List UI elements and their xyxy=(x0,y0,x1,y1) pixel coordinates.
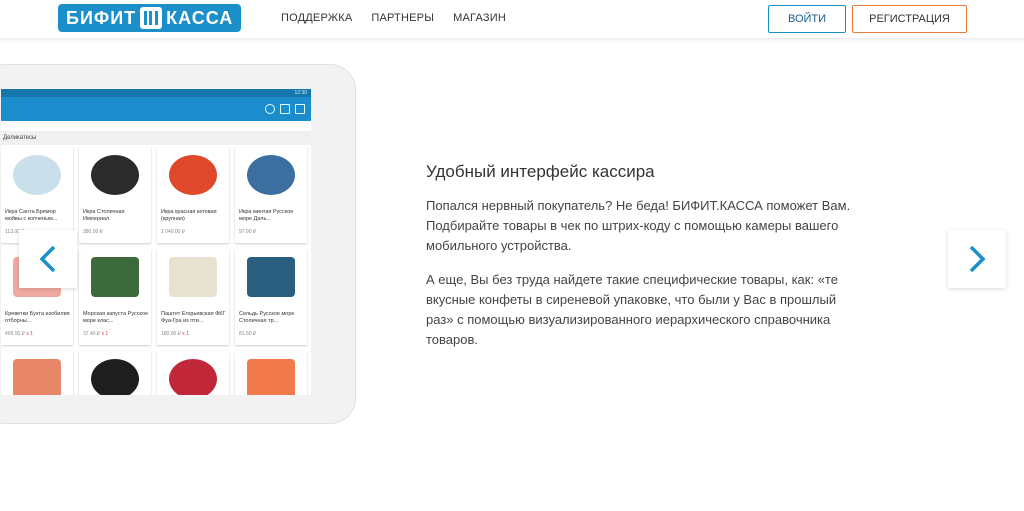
product-name: Паштет Егорьевская ФКГ Фуа-Гра из пти... xyxy=(161,311,226,324)
register-button[interactable]: РЕГИСТРАЦИЯ xyxy=(852,5,967,33)
price-value: 97.90 ₽ xyxy=(239,229,257,235)
product-card[interactable] xyxy=(235,351,307,395)
category-header: Деликатесы xyxy=(1,131,311,145)
main-nav: ПОДДЕРЖКА ПАРТНЕРЫ МАГАЗИН xyxy=(281,12,506,24)
nav-support[interactable]: ПОДДЕРЖКА xyxy=(281,12,352,24)
logo-text-left: БИФИТ xyxy=(66,7,137,28)
logo-text-right: КАССА xyxy=(166,7,234,28)
chevron-left-icon xyxy=(39,245,56,273)
product-image xyxy=(91,155,139,195)
qr-icon xyxy=(140,7,163,29)
product-card[interactable] xyxy=(157,351,229,395)
product-price: 37.40 ₽ x 1 xyxy=(83,331,108,337)
login-button[interactable]: ВОЙТИ xyxy=(768,5,846,33)
product-name: Икра Столичная Империал xyxy=(83,209,125,222)
product-image xyxy=(91,257,139,297)
product-name: Икра Санта Бремор мойвы с копченым... xyxy=(5,209,58,222)
product-card[interactable]: Паштет Егорьевская ФКГ Фуа-Гра из пти...… xyxy=(157,249,229,345)
trash-icon[interactable] xyxy=(295,104,305,114)
product-price: 180.00 ₽ x 1 xyxy=(161,331,189,337)
status-bar: 12:30 xyxy=(1,89,311,97)
price-value: 81.60 ₽ xyxy=(239,331,257,337)
feature-paragraph-2: А еще, Вы без труда найдете такие специф… xyxy=(426,272,838,347)
product-image xyxy=(169,359,217,395)
product-image xyxy=(169,257,217,297)
product-image xyxy=(247,155,295,195)
nav-shop[interactable]: МАГАЗИН xyxy=(453,12,506,24)
carousel-prev-button[interactable] xyxy=(19,230,77,288)
carousel-next-button[interactable] xyxy=(948,230,1006,288)
product-name: Креветки Бухта изобилия отборны... xyxy=(5,311,70,324)
qty-value: x 1 xyxy=(182,331,189,337)
product-name: Икра красная кетовая (крупная) xyxy=(161,209,217,222)
product-card[interactable] xyxy=(1,351,73,395)
nav-partners[interactable]: ПАРТНЕРЫ xyxy=(371,12,434,24)
product-card[interactable]: Морская капуста Русское море клас... 37.… xyxy=(79,249,151,345)
feature-paragraph-1: Попался нервный покупатель? Не беда! БИФ… xyxy=(426,198,851,253)
status-time: 12:30 xyxy=(294,90,307,96)
price-value: 180.00 ₽ xyxy=(161,331,181,337)
product-image xyxy=(247,257,295,297)
product-card[interactable]: Икра Санта Бремор мойвы с копченым... 11… xyxy=(1,147,73,243)
feature-title: Удобный интерфейс кассира xyxy=(426,162,655,181)
chevron-right-icon xyxy=(969,245,986,273)
product-price: 97.90 ₽ xyxy=(239,229,256,235)
qty-value: x 1 xyxy=(26,331,33,337)
price-value: 2 040.00 ₽ xyxy=(161,229,186,235)
barcode-scan-icon[interactable] xyxy=(280,104,290,114)
price-value: 37.40 ₽ xyxy=(83,331,101,337)
product-image xyxy=(13,155,61,195)
product-name: Икра минтая Русское море Даль... xyxy=(239,209,294,222)
product-price: 380.00 ₽ xyxy=(83,229,103,235)
app-bar xyxy=(1,97,311,121)
price-value: 380.00 ₽ xyxy=(83,229,103,235)
product-price: 81.60 ₽ xyxy=(239,331,256,337)
qty-value: x 1 xyxy=(101,331,109,337)
product-image xyxy=(13,359,61,395)
product-image xyxy=(247,359,295,395)
product-card[interactable]: Сельдь Русское море Столичная тр... 81.6… xyxy=(235,249,307,345)
product-price: 2 040.00 ₽ xyxy=(161,229,185,235)
product-name: Сельдь Русское море Столичная тр... xyxy=(239,311,295,324)
price-value: 499.00 ₽ xyxy=(5,331,25,337)
product-name: Морская капуста Русское море клас... xyxy=(83,311,149,324)
product-image xyxy=(91,359,139,395)
site-header: БИФИТ КАССА ПОДДЕРЖКА ПАРТНЕРЫ МАГАЗИН В… xyxy=(0,0,1024,38)
product-card[interactable]: Икра Столичная Империал 380.00 ₽ xyxy=(79,147,151,243)
bifit-kassa-logo[interactable]: БИФИТ КАССА xyxy=(58,4,242,32)
product-card[interactable]: Икра красная кетовая (крупная) 2 040.00 … xyxy=(157,147,229,243)
product-card[interactable] xyxy=(79,351,151,395)
product-image xyxy=(169,155,217,195)
search-icon[interactable] xyxy=(265,104,275,114)
product-price: 499.00 ₽ x 1 xyxy=(5,331,33,337)
product-card[interactable]: Икра минтая Русское море Даль... 97.90 ₽ xyxy=(235,147,307,243)
